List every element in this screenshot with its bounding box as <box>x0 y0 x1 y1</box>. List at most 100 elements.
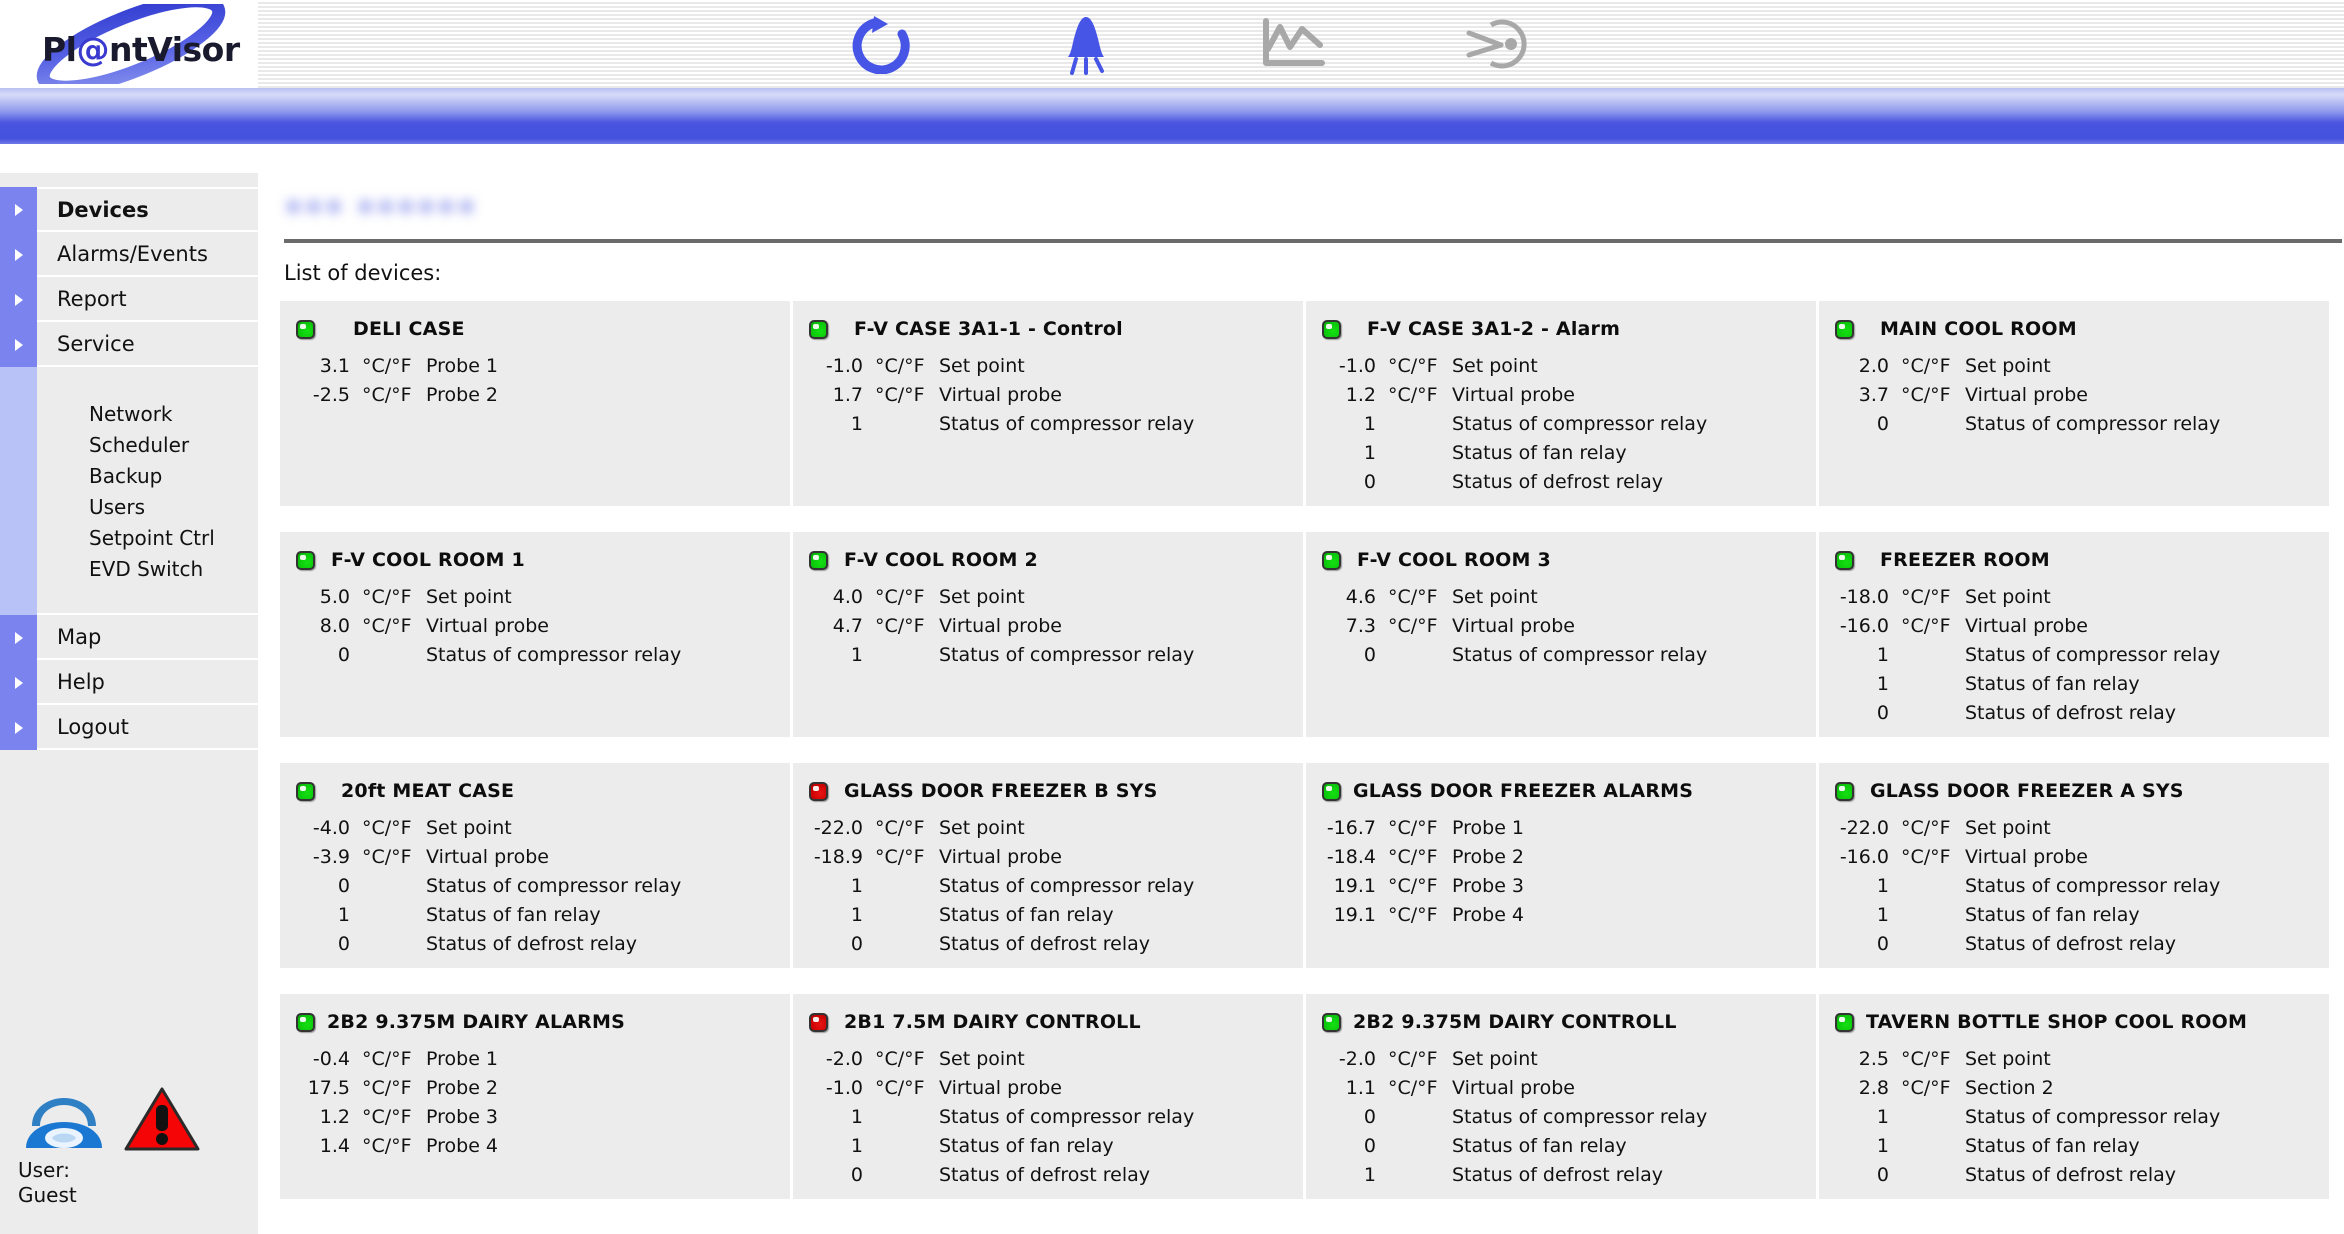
reading-value: 0 <box>337 875 350 897</box>
sidebar-subitem-label: Users <box>89 494 146 519</box>
sidebar-item-map[interactable]: Map <box>0 613 258 660</box>
telephone-icon[interactable] <box>18 1092 110 1152</box>
reading-label: Status of fan relay <box>1965 1135 2140 1157</box>
reading-value: 1 <box>850 1106 863 1128</box>
reading-value: 0 <box>1876 1164 1889 1186</box>
reading-label: Virtual probe <box>939 1077 1062 1099</box>
device-card[interactable]: 2B2 9.375M DAIRY ALARMS -0.4 °C/°F Probe 1 1… <box>280 994 790 1199</box>
reading-value: 1 <box>1876 644 1889 666</box>
status-led-ok-icon <box>296 319 315 339</box>
chevron-right-icon <box>0 232 37 277</box>
sidebar-item-evd-switch[interactable]: EVD Switch <box>0 553 258 584</box>
device-reading-row: 2.0 °C/°F Set point <box>1835 355 2319 384</box>
device-card[interactable]: 2B2 9.375M DAIRY CONTROLL -2.0 °C/°F Set po… <box>1306 994 1816 1199</box>
device-reading-row: 4.7 °C/°F Virtual probe <box>809 615 1293 644</box>
status-led-ok-icon <box>809 319 828 339</box>
reading-label: Status of defrost relay <box>1965 702 2177 724</box>
reading-label: Status of compressor relay <box>939 1106 1195 1128</box>
sidebar-item-backup[interactable]: Backup <box>0 460 258 491</box>
app-logo[interactable]: Pl@ntVisor <box>18 4 244 84</box>
device-reading-row: -16.0 °C/°F Virtual probe <box>1835 615 2319 644</box>
sidebar-item-setpoint-ctrl[interactable]: Setpoint Ctrl <box>0 522 258 553</box>
sidebar-item-network[interactable]: Network <box>0 398 258 429</box>
device-card-header: F-V COOL ROOM 1 <box>296 548 780 572</box>
warning-triangle-icon[interactable] <box>124 1086 200 1152</box>
status-led-ok-icon <box>296 550 315 570</box>
device-card[interactable]: DELI CASE 3.1 °C/°F Probe 1 -2.5 °C/°F Probe 2 <box>280 301 790 506</box>
sidebar-item-scheduler[interactable]: Scheduler <box>0 429 258 460</box>
device-card[interactable]: F-V COOL ROOM 3 4.6 °C/°F Set point 7.3 °C/°F… <box>1306 532 1816 737</box>
reading-label: Status of fan relay <box>1965 673 2140 695</box>
reading-value: 2.5 <box>1858 1048 1889 1070</box>
device-readings: -0.4 °C/°F Probe 1 17.5 °C/°F Probe 2 1.2 °C/°F… <box>296 1048 780 1164</box>
device-card[interactable]: 2B1 7.5M DAIRY CONTROLL -2.0 °C/°F Set poin… <box>793 994 1303 1199</box>
history-icon[interactable] <box>1458 11 1538 77</box>
chart-icon[interactable] <box>1252 11 1332 77</box>
device-card[interactable]: MAIN COOL ROOM 2.0 °C/°F Set point 3.7 °C/°F V… <box>1819 301 2329 506</box>
reading-value: -18.4 <box>1326 846 1376 868</box>
reading-label: Virtual probe <box>426 615 549 637</box>
device-readings: 4.6 °C/°F Set point 7.3 °C/°F Virtual probe 0 S… <box>1322 586 1806 673</box>
reading-value: 4.7 <box>832 615 863 637</box>
device-reading-row: 1.2 °C/°F Probe 3 <box>296 1106 780 1135</box>
sidebar-item-users[interactable]: Users <box>0 491 258 522</box>
device-card[interactable]: TAVERN BOTTLE SHOP COOL ROOM 2.5 °C/°F Set … <box>1819 994 2329 1199</box>
sidebar-item-logout[interactable]: Logout <box>0 703 258 750</box>
device-card[interactable]: FREEZER ROOM -18.0 °C/°F Set point -16.0 °C/°… <box>1819 532 2329 737</box>
reading-unit: °C/°F <box>362 1048 412 1070</box>
list-of-devices-label: List of devices: <box>284 261 442 285</box>
device-name: F-V COOL ROOM 1 <box>331 549 525 571</box>
device-card[interactable]: F-V CASE 3A1-2 - Alarm -1.0 °C/°F Set point… <box>1306 301 1816 506</box>
device-reading-row: -1.0 °C/°F Set point <box>809 355 1293 384</box>
device-card[interactable]: 20ft MEAT CASE -4.0 °C/°F Set point -3.9 °C/°… <box>280 763 790 968</box>
reading-label: Status of compressor relay <box>1965 1106 2221 1128</box>
device-reading-row: 1 Status of compressor relay <box>809 875 1293 904</box>
subnav-rail <box>0 553 37 584</box>
header-accent-bar <box>0 88 2344 144</box>
reading-label: Status of defrost relay <box>939 933 1151 955</box>
status-led-ok-icon <box>1835 550 1854 570</box>
device-name: F-V COOL ROOM 2 <box>844 549 1038 571</box>
chevron-right-icon <box>0 322 37 367</box>
sidebar-subnav-spacer-top <box>0 367 258 398</box>
device-reading-row: 4.6 °C/°F Set point <box>1322 586 1806 615</box>
reading-label: Status of defrost relay <box>1452 1164 1664 1186</box>
sidebar-item-alarms-events[interactable]: Alarms/Events <box>0 230 258 277</box>
device-card[interactable]: GLASS DOOR FREEZER B SYS -22.0 °C/°F Set po… <box>793 763 1303 968</box>
alarm-bell-icon[interactable] <box>1046 11 1126 77</box>
reading-label: Set point <box>426 586 512 608</box>
status-led-ok-icon <box>1322 319 1341 339</box>
sidebar-item-service[interactable]: Service <box>0 320 258 367</box>
reading-label: Status of compressor relay <box>426 875 682 897</box>
device-card[interactable]: GLASS DOOR FREEZER A SYS -22.0 °C/°F Set po… <box>1819 763 2329 968</box>
reading-unit: °C/°F <box>362 817 412 839</box>
device-name: GLASS DOOR FREEZER A SYS <box>1870 780 2184 802</box>
reading-label: Virtual probe <box>1965 615 2088 637</box>
reading-unit: °C/°F <box>1388 1077 1438 1099</box>
refresh-icon[interactable] <box>840 11 920 77</box>
device-reading-row: -2.0 °C/°F Set point <box>1322 1048 1806 1077</box>
logo-text: Pl@ntVisor <box>42 30 240 69</box>
reading-value: -1.0 <box>825 355 863 377</box>
status-led-ok-icon <box>296 781 315 801</box>
device-card[interactable]: F-V COOL ROOM 2 4.0 °C/°F Set point 4.7 °C/°F… <box>793 532 1303 737</box>
device-reading-row: 4.0 °C/°F Set point <box>809 586 1293 615</box>
subnav-rail <box>0 460 37 491</box>
chevron-right-icon <box>0 277 37 322</box>
sidebar-item-help[interactable]: Help <box>0 658 258 705</box>
sidebar-item-devices[interactable]: Devices <box>0 187 258 232</box>
status-led-ok-icon <box>1835 1012 1854 1032</box>
subnav-rail <box>0 398 37 429</box>
sidebar-item-report[interactable]: Report <box>0 275 258 322</box>
device-reading-row: 0 Status of compressor relay <box>1322 1106 1806 1135</box>
device-reading-row: 1 Status of fan relay <box>296 904 780 933</box>
device-card[interactable]: F-V CASE 3A1-1 - Control -1.0 °C/°F Set poi… <box>793 301 1303 506</box>
device-card[interactable]: F-V COOL ROOM 1 5.0 °C/°F Set point 8.0 °C/°F… <box>280 532 790 737</box>
device-reading-row: 5.0 °C/°F Set point <box>296 586 780 615</box>
device-card[interactable]: GLASS DOOR FREEZER ALARMS -16.7 °C/°F Probe… <box>1306 763 1816 968</box>
reading-label: Status of defrost relay <box>1965 933 2177 955</box>
reading-unit: °C/°F <box>362 1106 412 1128</box>
status-led-ok-icon <box>1322 1012 1341 1032</box>
device-reading-row: 1 Status of compressor relay <box>1835 644 2319 673</box>
subnav-rail <box>0 491 37 522</box>
